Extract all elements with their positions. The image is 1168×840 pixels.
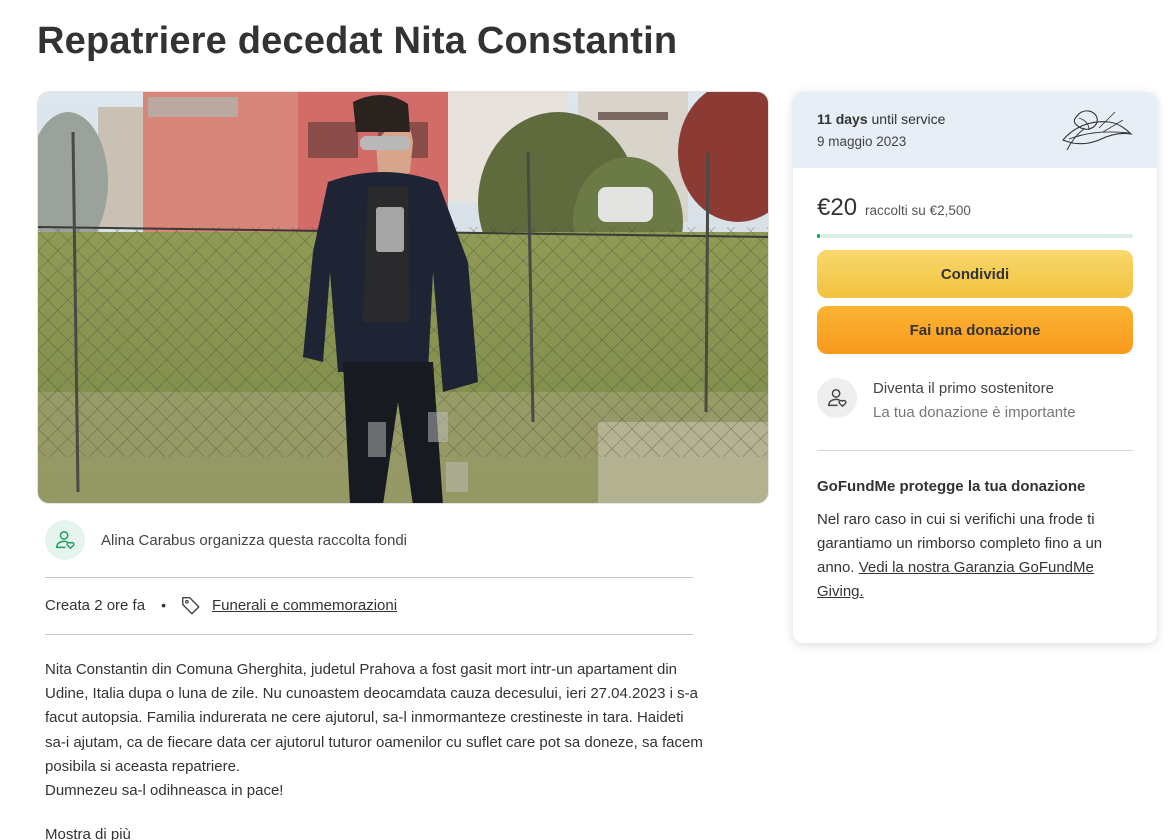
meta-separator: • [161,597,166,613]
days-count: 11 days [817,111,868,127]
progress-fill [817,234,820,238]
goal-label: raccolti su €2,500 [865,203,971,218]
card-divider [817,450,1133,451]
first-supporter-title: Diventa il primo sostenitore [873,380,1054,397]
category-link[interactable]: Funerali e commemorazioni [212,597,397,614]
campaign-photo-image [38,92,768,503]
amount-raised: €20 raccolti su €2,500 [817,194,971,222]
share-button[interactable]: Condividi [817,250,1133,298]
campaign-photo[interactable] [37,91,769,504]
person-heart-icon [56,531,75,549]
person-heart-icon [828,389,847,407]
days-until-service: 11 days until service [817,111,945,127]
campaign-meta: Creata 2 ore fa • Funerali e commemorazi… [45,594,397,616]
supporter-avatar [817,378,857,418]
campaign-story: Nita Constantin din Comuna Gherghita, ju… [45,661,703,800]
service-date: 9 maggio 2023 [817,134,907,149]
donate-button[interactable]: Fai una donazione [817,306,1133,354]
raised-amount: €20 [817,194,858,221]
days-label: until service [871,111,946,127]
show-more-link[interactable]: Mostra di più [45,826,131,840]
organizer-avatar [45,520,85,560]
organizer-row[interactable]: Alina Carabus organizza questa raccolta … [45,520,407,560]
page-title: Repatriere decedat Nita Constantin [37,20,678,62]
created-time: Creata 2 ore fa [45,596,146,614]
first-supporter-sub: La tua donazione è importante [873,404,1076,421]
divider [45,577,693,578]
service-countdown: 11 days until service 9 maggio 2023 [793,92,1157,168]
lily-leaf-icon [1059,106,1135,159]
progress-bar [817,234,1133,238]
divider [45,634,693,635]
protection-text: Nel raro caso in cui si verifichi una fr… [817,508,1135,604]
protection-title: GoFundMe protegge la tua donazione [817,478,1086,495]
organizer-text: Alina Carabus organizza questa raccolta … [101,531,408,549]
first-supporter: Diventa il primo sostenitore La tua dona… [817,378,1076,425]
guarantee-link[interactable]: Vedi la nostra Garanzia GoFundMe Giving. [817,559,1094,600]
donation-card: 11 days until service 9 maggio 2023 €20 … [793,92,1157,643]
tag-icon [180,594,202,616]
